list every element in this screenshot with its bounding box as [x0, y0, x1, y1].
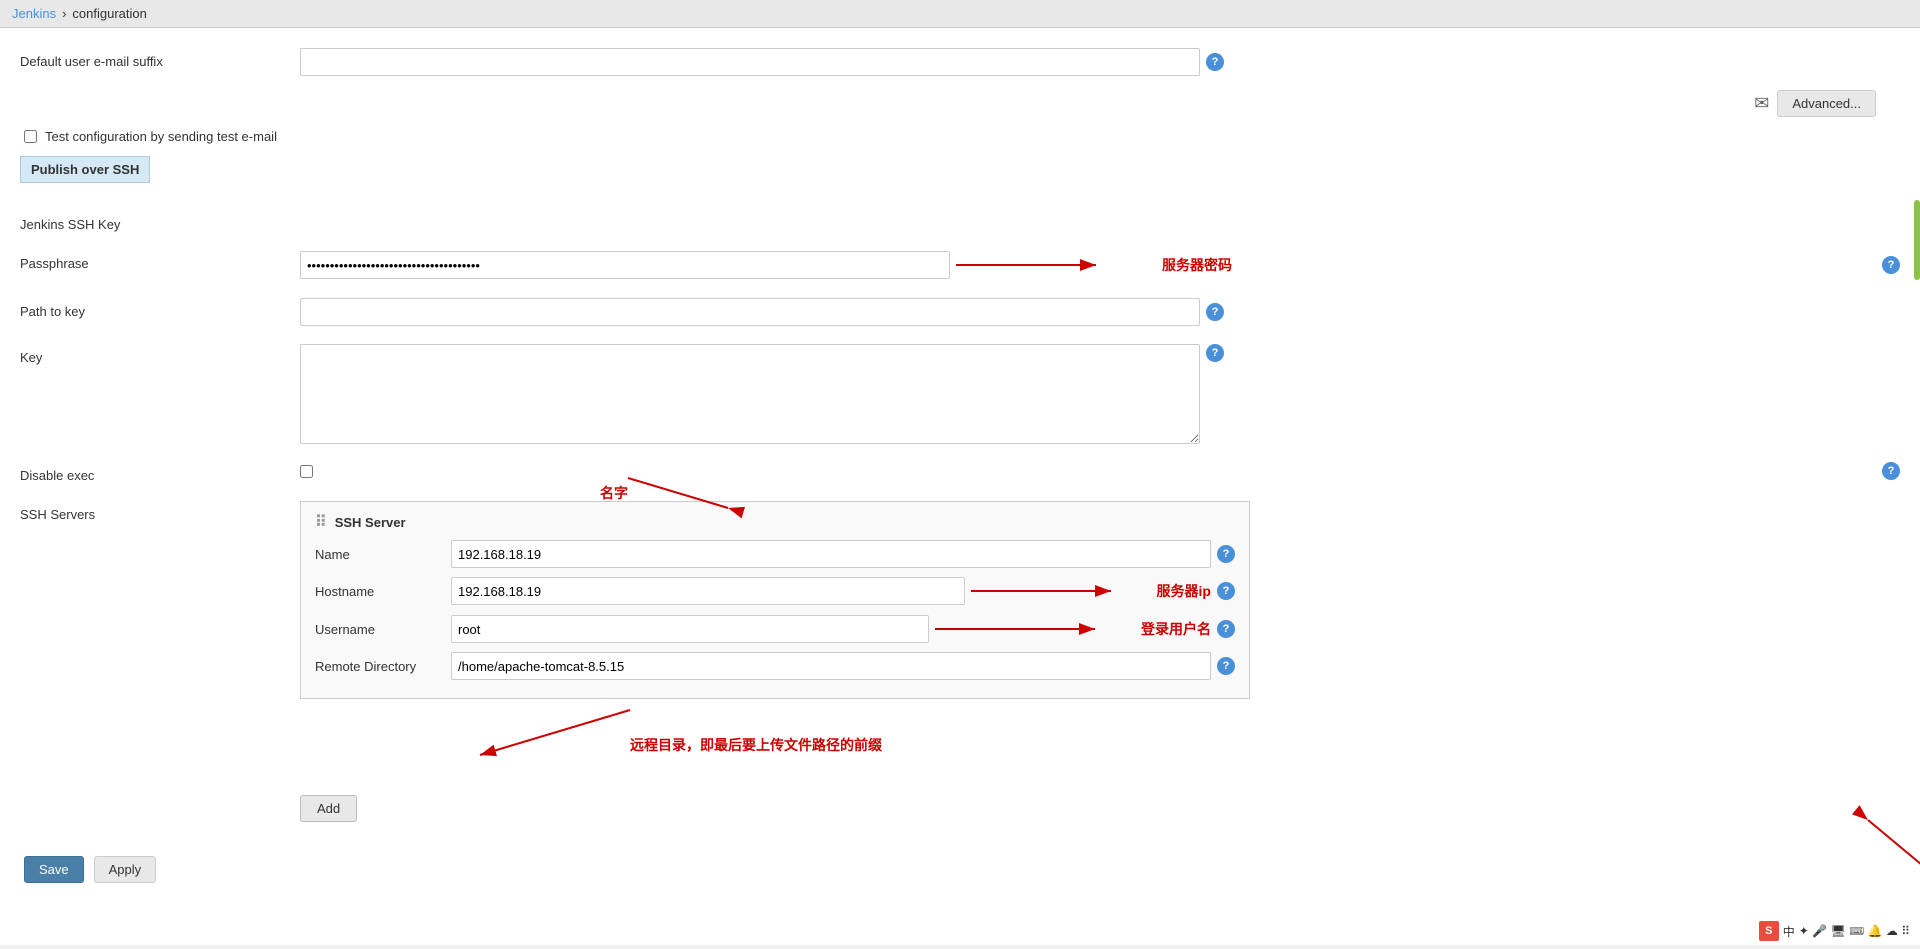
ssh-name-help-icon[interactable]: ? — [1217, 545, 1235, 563]
jenkins-ssh-key-label: Jenkins SSH Key — [20, 211, 300, 232]
disable-exec-field: ? — [300, 462, 1900, 480]
key-textarea[interactable] — [300, 344, 1200, 444]
ssh-remote-dir-label: Remote Directory — [315, 659, 445, 674]
email-suffix-field: ? — [300, 48, 1900, 76]
jenkins-ssh-key-row: Jenkins SSH Key — [20, 207, 1900, 236]
ssh-remote-dir-input[interactable] — [451, 652, 1211, 680]
add-button[interactable]: Add — [300, 795, 357, 822]
save-button[interactable]: Save — [24, 856, 84, 883]
jenkins-link[interactable]: Jenkins — [12, 6, 56, 21]
ssh-username-input[interactable] — [451, 615, 929, 643]
disable-exec-help-icon[interactable]: ? — [1882, 462, 1900, 480]
path-to-key-label: Path to key — [20, 298, 300, 319]
hostname-annotation: 服务器ip — [1157, 581, 1211, 601]
passphrase-annotation: 服务器密码 — [1162, 255, 1232, 275]
test-arrow-svg — [1858, 815, 1920, 875]
main-content: Default user e-mail suffix ? ✉ Advanced.… — [0, 28, 1920, 945]
ssh-username-row: Username 登录用户名 — [315, 614, 1235, 644]
email-icon: ✉ — [1754, 93, 1769, 114]
system-tray: S 中 ✦ 🎤 🖥 ⌨ 🔔 ☁ ⠿ — [1759, 921, 1910, 941]
ssh-server-box: ⠿ SSH Server Name ? Hostname — [300, 501, 1250, 699]
ssh-hostname-help-icon[interactable]: ? — [1217, 582, 1235, 600]
breadcrumb: Jenkins › configuration — [0, 0, 1920, 28]
passphrase-section: Passphrase 服务器密码 ? — [20, 246, 1900, 284]
key-row: Key ? — [20, 340, 1900, 448]
bottom-buttons: Save Apply — [20, 856, 1900, 883]
test-config-row: Test configuration by sending test e-mai… — [20, 129, 1900, 144]
ssh-remote-dir-row: Remote Directory ? — [315, 652, 1235, 680]
ssh-server-header: ⠿ SSH Server — [315, 512, 1235, 532]
path-to-key-row: Path to key ? — [20, 294, 1900, 330]
test-config-checkbox[interactable] — [24, 130, 37, 143]
sogou-icon: S — [1759, 921, 1779, 941]
test-connectivity-annotation: 点击可测试是否连通 — [1858, 815, 1920, 875]
disable-exec-label: Disable exec — [20, 462, 300, 483]
passphrase-field: 服务器密码 ? — [300, 250, 1900, 280]
ssh-server-container: 名字 ⠿ SSH Ser — [300, 501, 1900, 755]
scrollbar-indicator — [1914, 200, 1920, 280]
page-wrapper: Jenkins › configuration Default user e-m… — [0, 0, 1920, 945]
passphrase-arrow-svg — [956, 250, 1156, 280]
path-to-key-help-icon[interactable]: ? — [1206, 303, 1224, 321]
advanced-button[interactable]: Advanced... — [1777, 90, 1876, 117]
ssh-username-help-icon[interactable]: ? — [1217, 620, 1235, 638]
ssh-remote-dir-help-icon[interactable]: ? — [1217, 657, 1235, 675]
breadcrumb-separator: › — [62, 6, 66, 21]
add-button-container: Add — [300, 781, 357, 822]
path-to-key-input[interactable] — [300, 298, 1200, 326]
key-help-icon[interactable]: ? — [1206, 344, 1224, 362]
email-suffix-input[interactable] — [300, 48, 1200, 76]
passphrase-help-icon[interactable]: ? — [1882, 256, 1900, 274]
ssh-hostname-row: Hostname 服务器ip — [315, 576, 1235, 606]
key-field: ? — [300, 344, 1900, 444]
key-label: Key — [20, 344, 300, 365]
tray-text: 中 — [1783, 923, 1795, 940]
tray-icons: ✦ 🎤 🖥 ⌨ 🔔 ☁ ⠿ — [1799, 924, 1910, 938]
ssh-servers-label: SSH Servers — [20, 501, 300, 522]
breadcrumb-config: configuration — [72, 6, 146, 21]
ssh-hostname-label: Hostname — [315, 584, 445, 599]
test-config-label: Test configuration by sending test e-mai… — [45, 129, 277, 144]
ssh-server-title: SSH Server — [335, 515, 406, 530]
passphrase-row: Passphrase 服务器密码 ? — [20, 246, 1900, 284]
email-suffix-help-icon[interactable]: ? — [1206, 53, 1224, 71]
ssh-servers-row: SSH Servers 名字 — [20, 497, 1900, 826]
ssh-name-input[interactable] — [451, 540, 1211, 568]
passphrase-input[interactable] — [300, 251, 950, 279]
ssh-servers-field: 名字 ⠿ SSH Ser — [300, 501, 1900, 822]
apply-button[interactable]: Apply — [94, 856, 157, 883]
remote-dir-annotation: 远程目录，即最后要上传文件路径的前缀 — [630, 735, 882, 755]
passphrase-label: Passphrase — [20, 250, 300, 271]
remote-dir-annotation-container: 远程目录，即最后要上传文件路径的前缀 — [430, 705, 1900, 755]
hostname-arrow-svg — [971, 576, 1151, 606]
disable-exec-checkbox[interactable] — [300, 465, 313, 478]
username-annotation: 登录用户名 — [1141, 619, 1211, 639]
advanced-row: ✉ Advanced... — [20, 90, 1900, 117]
email-suffix-label: Default user e-mail suffix — [20, 48, 300, 69]
email-suffix-row: Default user e-mail suffix ? — [20, 44, 1900, 80]
drag-handle-icon[interactable]: ⠿ — [315, 512, 327, 532]
ssh-name-label: Name — [315, 547, 445, 562]
publish-ssh-section: Publish over SSH — [20, 156, 1900, 193]
username-arrow-svg — [935, 614, 1135, 644]
ssh-username-label: Username — [315, 622, 445, 637]
path-to-key-field: ? — [300, 298, 1900, 326]
disable-exec-row: Disable exec ? — [20, 458, 1900, 487]
publish-ssh-header: Publish over SSH — [20, 156, 150, 183]
ssh-hostname-input[interactable] — [451, 577, 965, 605]
ssh-server-name-row: Name ? — [315, 540, 1235, 568]
